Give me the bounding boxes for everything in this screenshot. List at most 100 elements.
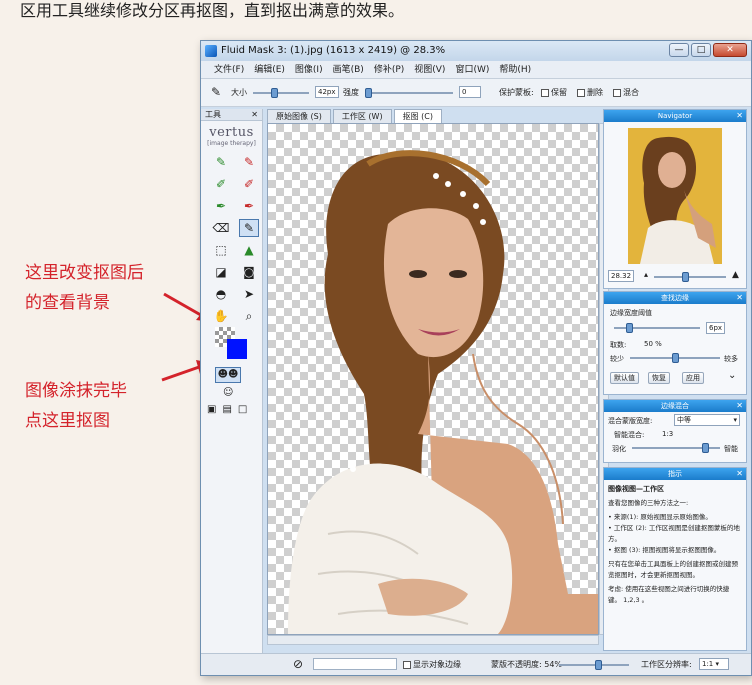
tips-paragraph: 只有在您单击工具面板上的创建抠图或创建预览抠图时，才会更新抠图视图。 [608, 560, 738, 579]
expand-icon[interactable]: ⌄ [728, 370, 736, 381]
eraser-icon[interactable]: ⌫ [211, 219, 231, 237]
menu-bar: 文件(F) 编辑(E) 图像(I) 画笔(B) 修补(P) 视图(V) 窗口(W… [201, 61, 751, 79]
tips-bullet: • 抠图 (3): 抠图视图将显示抠图图像。 [608, 546, 721, 554]
edge-blend-header: 边缘混合 ✕ [604, 400, 746, 412]
edge-width-field[interactable]: 6px [706, 322, 726, 334]
brush-icon[interactable]: ✎ [211, 85, 221, 99]
navigator-thumbnail[interactable] [628, 128, 722, 264]
create-cutout-button[interactable]: ☻☻ [215, 367, 241, 383]
tips-bullet: • 来源(1): 原始视图显示原始图像。 [608, 513, 712, 521]
select-rect-icon[interactable]: ⬚ [211, 241, 231, 259]
count-slider[interactable] [630, 352, 720, 364]
apply-button[interactable]: 应用 [682, 372, 704, 384]
cutout-image [288, 150, 598, 634]
annotation-background: 这里改变抠图后 的查看背景 [25, 258, 144, 318]
app-icon [205, 45, 217, 57]
zoom-out-icon[interactable]: ▴ [644, 270, 648, 279]
blend-width-select[interactable]: 中等 ▾ [674, 414, 740, 426]
delete-checkbox[interactable]: 删除 [577, 87, 603, 98]
keep-local-brush-icon[interactable]: ✐ [211, 175, 231, 193]
fill-icon[interactable]: ▲ [239, 241, 259, 259]
hardness-field[interactable]: 0 [459, 86, 481, 98]
smart-ratio-label: 智能混合: [614, 431, 645, 439]
opacity-label: 蒙版不透明度: 54% [491, 660, 563, 669]
resolution-select[interactable]: 1:1 ▾ [699, 658, 729, 670]
size-field[interactable]: 42px [315, 86, 339, 98]
delete-local-brush-icon[interactable]: ✐ [239, 175, 259, 193]
delete-fill-brush-icon[interactable]: ✒ [239, 197, 259, 215]
feather-slider[interactable] [632, 442, 720, 454]
close-icon[interactable]: ✕ [736, 468, 743, 480]
stop-icon[interactable]: ⊘ [293, 657, 303, 671]
restore-button[interactable]: 恢复 [648, 372, 670, 384]
edge-blend-title: 边缘混合 [661, 402, 689, 410]
view-mode-3-icon[interactable]: □ [238, 404, 247, 415]
menu-edit[interactable]: 编辑(E) [249, 61, 290, 78]
camera-icon[interactable]: ◙ [239, 263, 259, 281]
zoom-icon[interactable]: ⌕ [239, 307, 259, 325]
keep-label: 保留 [551, 88, 567, 97]
size-slider[interactable] [253, 87, 309, 99]
show-edge-checkbox[interactable]: 显示对象边缘 [403, 659, 461, 670]
app-window: Fluid Mask 3: (1).jpg (1613 x 2419) @ 28… [200, 40, 752, 676]
keep-brush-icon[interactable]: ✎ [211, 153, 231, 171]
lasso-icon[interactable]: ◓ [211, 285, 231, 303]
find-edges-header: 查找边缘 ✕ [604, 292, 746, 304]
view-mode-2-icon[interactable]: ▤ [222, 404, 231, 415]
annotation-line: 点这里抠图 [25, 411, 110, 431]
view-mode-1-icon[interactable]: ▣ [207, 404, 216, 415]
tips-header: 指示 ✕ [604, 468, 746, 480]
minimize-button[interactable]: — [669, 43, 689, 57]
tab-cutout[interactable]: 抠图 (C) [393, 109, 442, 123]
close-icon[interactable]: ✕ [251, 109, 258, 121]
menu-patch[interactable]: 修补(P) [369, 61, 409, 78]
background-color-swatch[interactable] [215, 327, 249, 363]
close-icon[interactable]: ✕ [736, 400, 743, 412]
window-title: Fluid Mask 3: (1).jpg (1613 x 2419) @ 28… [221, 45, 446, 56]
default-button[interactable]: 默认值 [610, 372, 639, 384]
close-icon[interactable]: ✕ [736, 110, 743, 122]
count-value: 50 % [644, 340, 662, 348]
patch-brush-icon[interactable]: ✎ [239, 219, 259, 237]
horizontal-scrollbar[interactable] [267, 635, 599, 645]
title-bar: Fluid Mask 3: (1).jpg (1613 x 2419) @ 28… [201, 41, 751, 61]
more-label: 较多 [724, 355, 738, 363]
maximize-button[interactable]: □ [691, 43, 711, 57]
progress-bar [313, 658, 397, 670]
opacity-slider[interactable] [559, 659, 629, 671]
keep-fill-brush-icon[interactable]: ✒ [211, 197, 231, 215]
delete-brush-icon[interactable]: ✎ [239, 153, 259, 171]
menu-window[interactable]: 窗口(W) [450, 61, 494, 78]
menu-image[interactable]: 图像(I) [290, 61, 328, 78]
zoom-slider[interactable] [654, 271, 726, 283]
hardness-slider[interactable] [365, 87, 453, 99]
blend-width-value: 中等 [677, 416, 691, 424]
count-label: 取数: [610, 341, 627, 349]
menu-file[interactable]: 文件(F) [209, 61, 249, 78]
zoom-field[interactable]: 28.32 [608, 270, 635, 282]
brush-toolbar: ✎ 大小 42px 强度 0 保护蒙板: 保留 删除 混合 [201, 79, 751, 107]
tab-original[interactable]: 原始图像 (S) [267, 109, 331, 123]
close-icon[interactable]: ✕ [736, 292, 743, 304]
tips-panel: 指示 ✕ 图像视图—工作区 查看您图像的三种方法之一: • 来源(1): 原始视… [603, 467, 747, 651]
close-button[interactable]: ✕ [713, 43, 747, 57]
status-bar: ⊘ 显示对象边缘 蒙版不透明度: 54% 工作区分辨率: 1:1 ▾ [201, 653, 751, 675]
snap-icon[interactable]: ◪ [211, 263, 231, 281]
menu-brush[interactable]: 画笔(B) [328, 61, 369, 78]
menu-help[interactable]: 帮助(H) [494, 61, 536, 78]
zoom-in-icon[interactable]: ▲ [732, 270, 739, 280]
preview-cutout-icon[interactable]: ☺ [223, 387, 262, 398]
tips-heading: 图像视图—工作区 [608, 485, 664, 493]
caption-text: 区用工具继续修改分区再抠图，直到抠出满意的效果。 [20, 1, 405, 20]
tab-workspace[interactable]: 工作区 (W) [332, 109, 392, 123]
keep-checkbox[interactable]: 保留 [541, 87, 567, 98]
tools-header: 工具 ✕ [201, 109, 262, 121]
pointer-icon[interactable]: ➤ [239, 285, 259, 303]
blend-checkbox[interactable]: 混合 [613, 87, 639, 98]
menu-view[interactable]: 视图(V) [409, 61, 450, 78]
tips-intro: 查看您图像的三种方法之一: [608, 499, 689, 507]
edge-width-slider[interactable] [614, 322, 700, 334]
image-canvas[interactable] [267, 123, 599, 635]
hand-icon[interactable]: ✋ [211, 307, 231, 325]
tips-paragraph: 考虑: 使用在这些视图之间进行切换的快捷键。 1,2,3 。 [608, 585, 730, 604]
